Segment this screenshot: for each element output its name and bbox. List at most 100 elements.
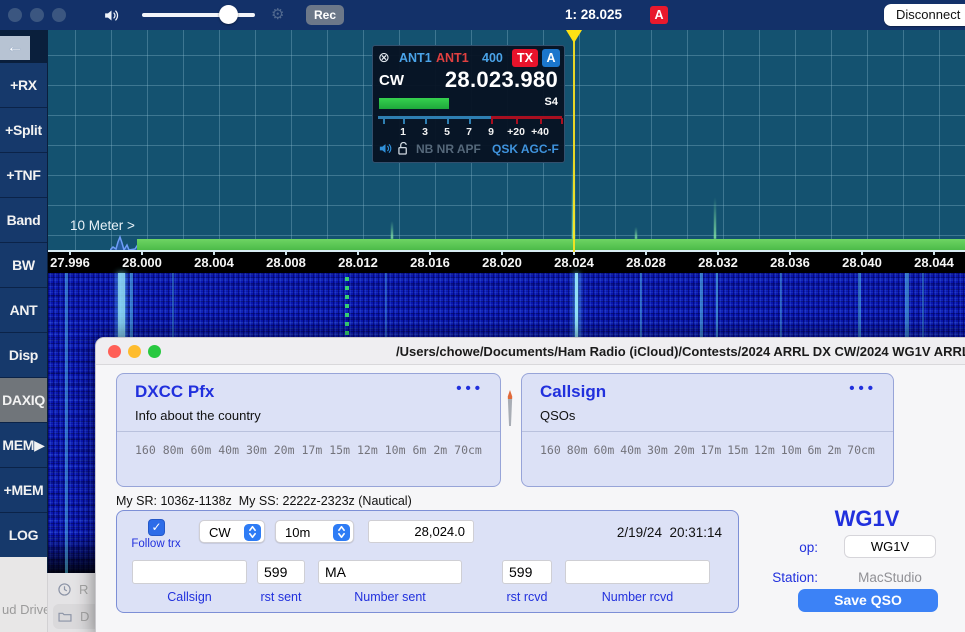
entry-field-callsign[interactable] [132,560,247,584]
entry-field-number-rcvd[interactable] [565,560,710,584]
close-traffic-light[interactable] [108,345,121,358]
band-label: 20m [674,443,695,457]
s-meter-scale-label: 1 [400,126,406,138]
callsign-panel: Callsign ••• QSOs 16080m60m40m30m20m17m1… [521,373,894,487]
entry-datetime: 2/19/24 20:31:14 [587,525,722,540]
tuning-marker-flag[interactable] [566,30,582,43]
dsp-flags-on[interactable]: QSK AGC-F [492,142,559,156]
record-button[interactable]: Rec [306,5,344,25]
station-callsign-title: WG1V [787,506,947,532]
sidebar-button-list: +RX+Split+TNFBandBWANTDispDAXIQMEM▶+MEML… [0,63,47,557]
callsign-panel-subtitle: QSOs [540,408,575,423]
sidebar: ← +RX+Split+TNFBandBWANTDispDAXIQMEM▶+ME… [0,30,48,558]
band-label: 160 [135,443,156,457]
app-root: ⚙ Rec 1: 28.025 A Disconnect ← +RX+Split… [0,0,965,632]
volume-slider-knob[interactable] [219,5,238,24]
mode-select[interactable]: CW [199,520,265,543]
s-meter-scale-label: +40 [531,126,549,138]
band-label: 17m [302,443,323,457]
divider [117,431,500,432]
finder-icloud-drive-item[interactable]: ud Drive [2,602,47,617]
ellipsis-menu-icon[interactable]: ••• [456,380,484,397]
window-control-minimize[interactable] [30,8,44,22]
band-select[interactable]: 10m [275,520,354,543]
sidebar-item-log[interactable]: LOG [0,513,47,557]
frequency-label: 27.996 [50,255,90,270]
band-label: 70cm [847,443,875,457]
band-label: 70cm [454,443,482,457]
entry-field-rst-rcvd[interactable] [502,560,552,584]
mode-select-value: CW [209,525,231,540]
band-label: 6m [413,443,427,457]
window-control-zoom[interactable] [52,8,66,22]
frequency-scale[interactable]: 27.99628.00028.00428.00828.01228.01628.0… [48,252,965,273]
follow-trx-label: Follow trx [124,538,188,550]
band-label: 2m [827,443,841,457]
sidebar-item-band[interactable]: Band [0,198,47,242]
frequency-label: 28.028 [626,255,666,270]
band-label: 12m [754,443,775,457]
gear-icon[interactable]: ⚙ [271,5,284,23]
dsp-flags-off[interactable]: NB NR APF [416,142,481,156]
band-label: 20m [274,443,295,457]
log-window-titlebar[interactable]: /Users/chowe/Documents/Ham Radio (iCloud… [96,338,965,365]
stepper-icon [333,524,350,541]
spectrum-signal [391,221,393,239]
s-meter-tick [540,118,542,124]
speaker-icon[interactable] [103,7,120,24]
s-meter-scale-label: 9 [488,126,494,138]
spectrum-panel[interactable]: 10 Meter > ⊗ ANT1 ANT1 400 TX A CW 28.02… [48,30,965,252]
band-label: 80m [163,443,184,457]
minimize-traffic-light[interactable] [128,345,141,358]
entry-field-label: Callsign [117,590,262,604]
op-field[interactable] [844,535,936,558]
sidebar-item-daxiq[interactable]: DAXIQ [0,378,47,422]
save-qso-button[interactable]: Save QSO [798,589,938,612]
dxcc-panel: DXCC Pfx ••• Info about the country 1608… [116,373,501,487]
s-meter-tick [447,118,449,124]
log-window-title: /Users/chowe/Documents/Ham Radio (iCloud… [396,344,965,359]
dxcc-panel-subtitle: Info about the country [135,408,261,423]
band-label: 12m [357,443,378,457]
disconnect-button[interactable]: Disconnect [884,4,965,26]
entry-frequency-field[interactable] [368,520,474,543]
audio-icon[interactable] [378,141,393,156]
band-label: 40m [620,443,641,457]
zoom-traffic-light[interactable] [148,345,161,358]
band-label: 10m [385,443,406,457]
sidebar-item-bw[interactable]: BW [0,243,47,287]
frequency-label: 28.008 [266,255,306,270]
sidebar-item-split[interactable]: +Split [0,108,47,152]
frequency-label: 28.040 [842,255,882,270]
finder-row-label: R [79,582,88,597]
band-coverage-bar [137,239,965,250]
ellipsis-menu-icon[interactable]: ••• [849,380,877,397]
unlock-icon[interactable] [398,142,409,160]
clock-icon [58,583,71,596]
back-button[interactable]: ← [0,36,30,60]
sidebar-item-disp[interactable]: Disp [0,333,47,377]
sidebar-item-tnf[interactable]: +TNF [0,153,47,197]
band-label: 30m [647,443,668,457]
s-meter-tick [383,118,385,124]
s-meter-scale-blue [378,116,491,119]
frequency-label: 28.004 [194,255,234,270]
s-meter-tick [469,118,471,124]
sidebar-item-rx[interactable]: +RX [0,63,47,107]
entry-field-rst-sent[interactable] [257,560,305,584]
frequency-label: 28.000 [122,255,162,270]
sunrise-sunset-status: My SR: 1036z-1138z My SS: 2222z-2323z (N… [116,494,412,508]
band-label: 40m [218,443,239,457]
sidebar-item-mem[interactable]: +MEM [0,468,47,512]
s-meter-scale-label: 5 [444,126,450,138]
entry-field-number-sent[interactable] [318,560,462,584]
sidebar-item-ant[interactable]: ANT [0,288,47,332]
qso-entry-box: ✓ Follow trx CW 10m 2/19/24 20:31:14 Cal… [116,510,739,613]
entry-field-label: Number rcvd [550,590,725,604]
follow-trx-checkbox[interactable]: ✓ [148,519,165,536]
window-control-close[interactable] [8,8,22,22]
sidebar-item-mem[interactable]: MEM▶ [0,423,47,467]
folder-icon [58,611,72,622]
volume-slider[interactable] [142,13,255,17]
band-label: 160 [540,443,561,457]
